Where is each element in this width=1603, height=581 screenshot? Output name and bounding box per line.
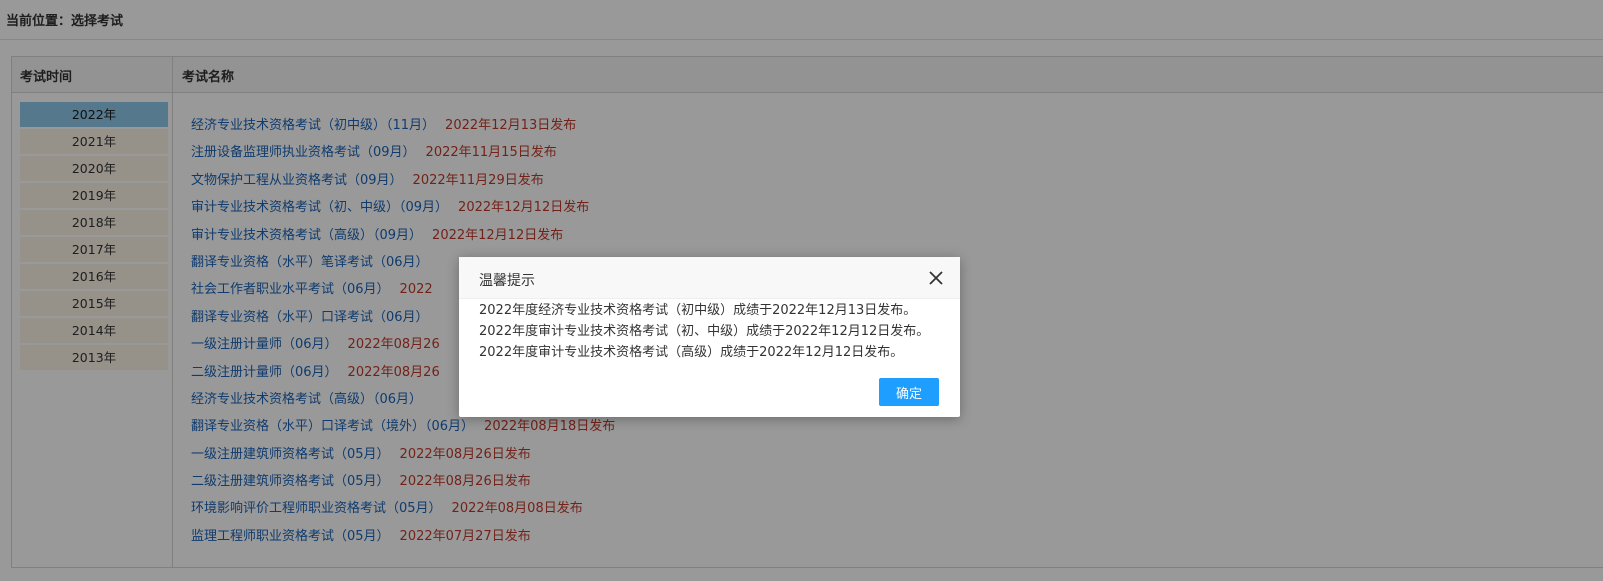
notice-line: 2022年度审计专业技术资格考试（高级）成绩于2022年12月12日发布。 — [479, 345, 904, 360]
confirm-button[interactable]: 确定 — [879, 378, 939, 406]
notice-line: 2022年度审计专业技术资格考试（初、中级）成绩于2022年12月12日发布。 — [479, 324, 930, 339]
notice-line: 2022年度经济专业技术资格考试（初中级）成绩于2022年12月13日发布。 — [479, 303, 917, 318]
page: 当前位置：选择考试 考试时间 考试名称 2022年 2021年 2020年 20… — [0, 0, 1603, 581]
close-icon[interactable] — [927, 269, 945, 287]
dialog-title: 温馨提示 — [479, 273, 535, 289]
dialog-body: 2022年度经济专业技术资格考试（初中级）成绩于2022年12月13日发布。 2… — [479, 300, 954, 363]
notice-dialog: 温馨提示 2022年度经济专业技术资格考试（初中级）成绩于2022年12月13日… — [459, 257, 960, 417]
dialog-header: 温馨提示 — [459, 257, 960, 299]
